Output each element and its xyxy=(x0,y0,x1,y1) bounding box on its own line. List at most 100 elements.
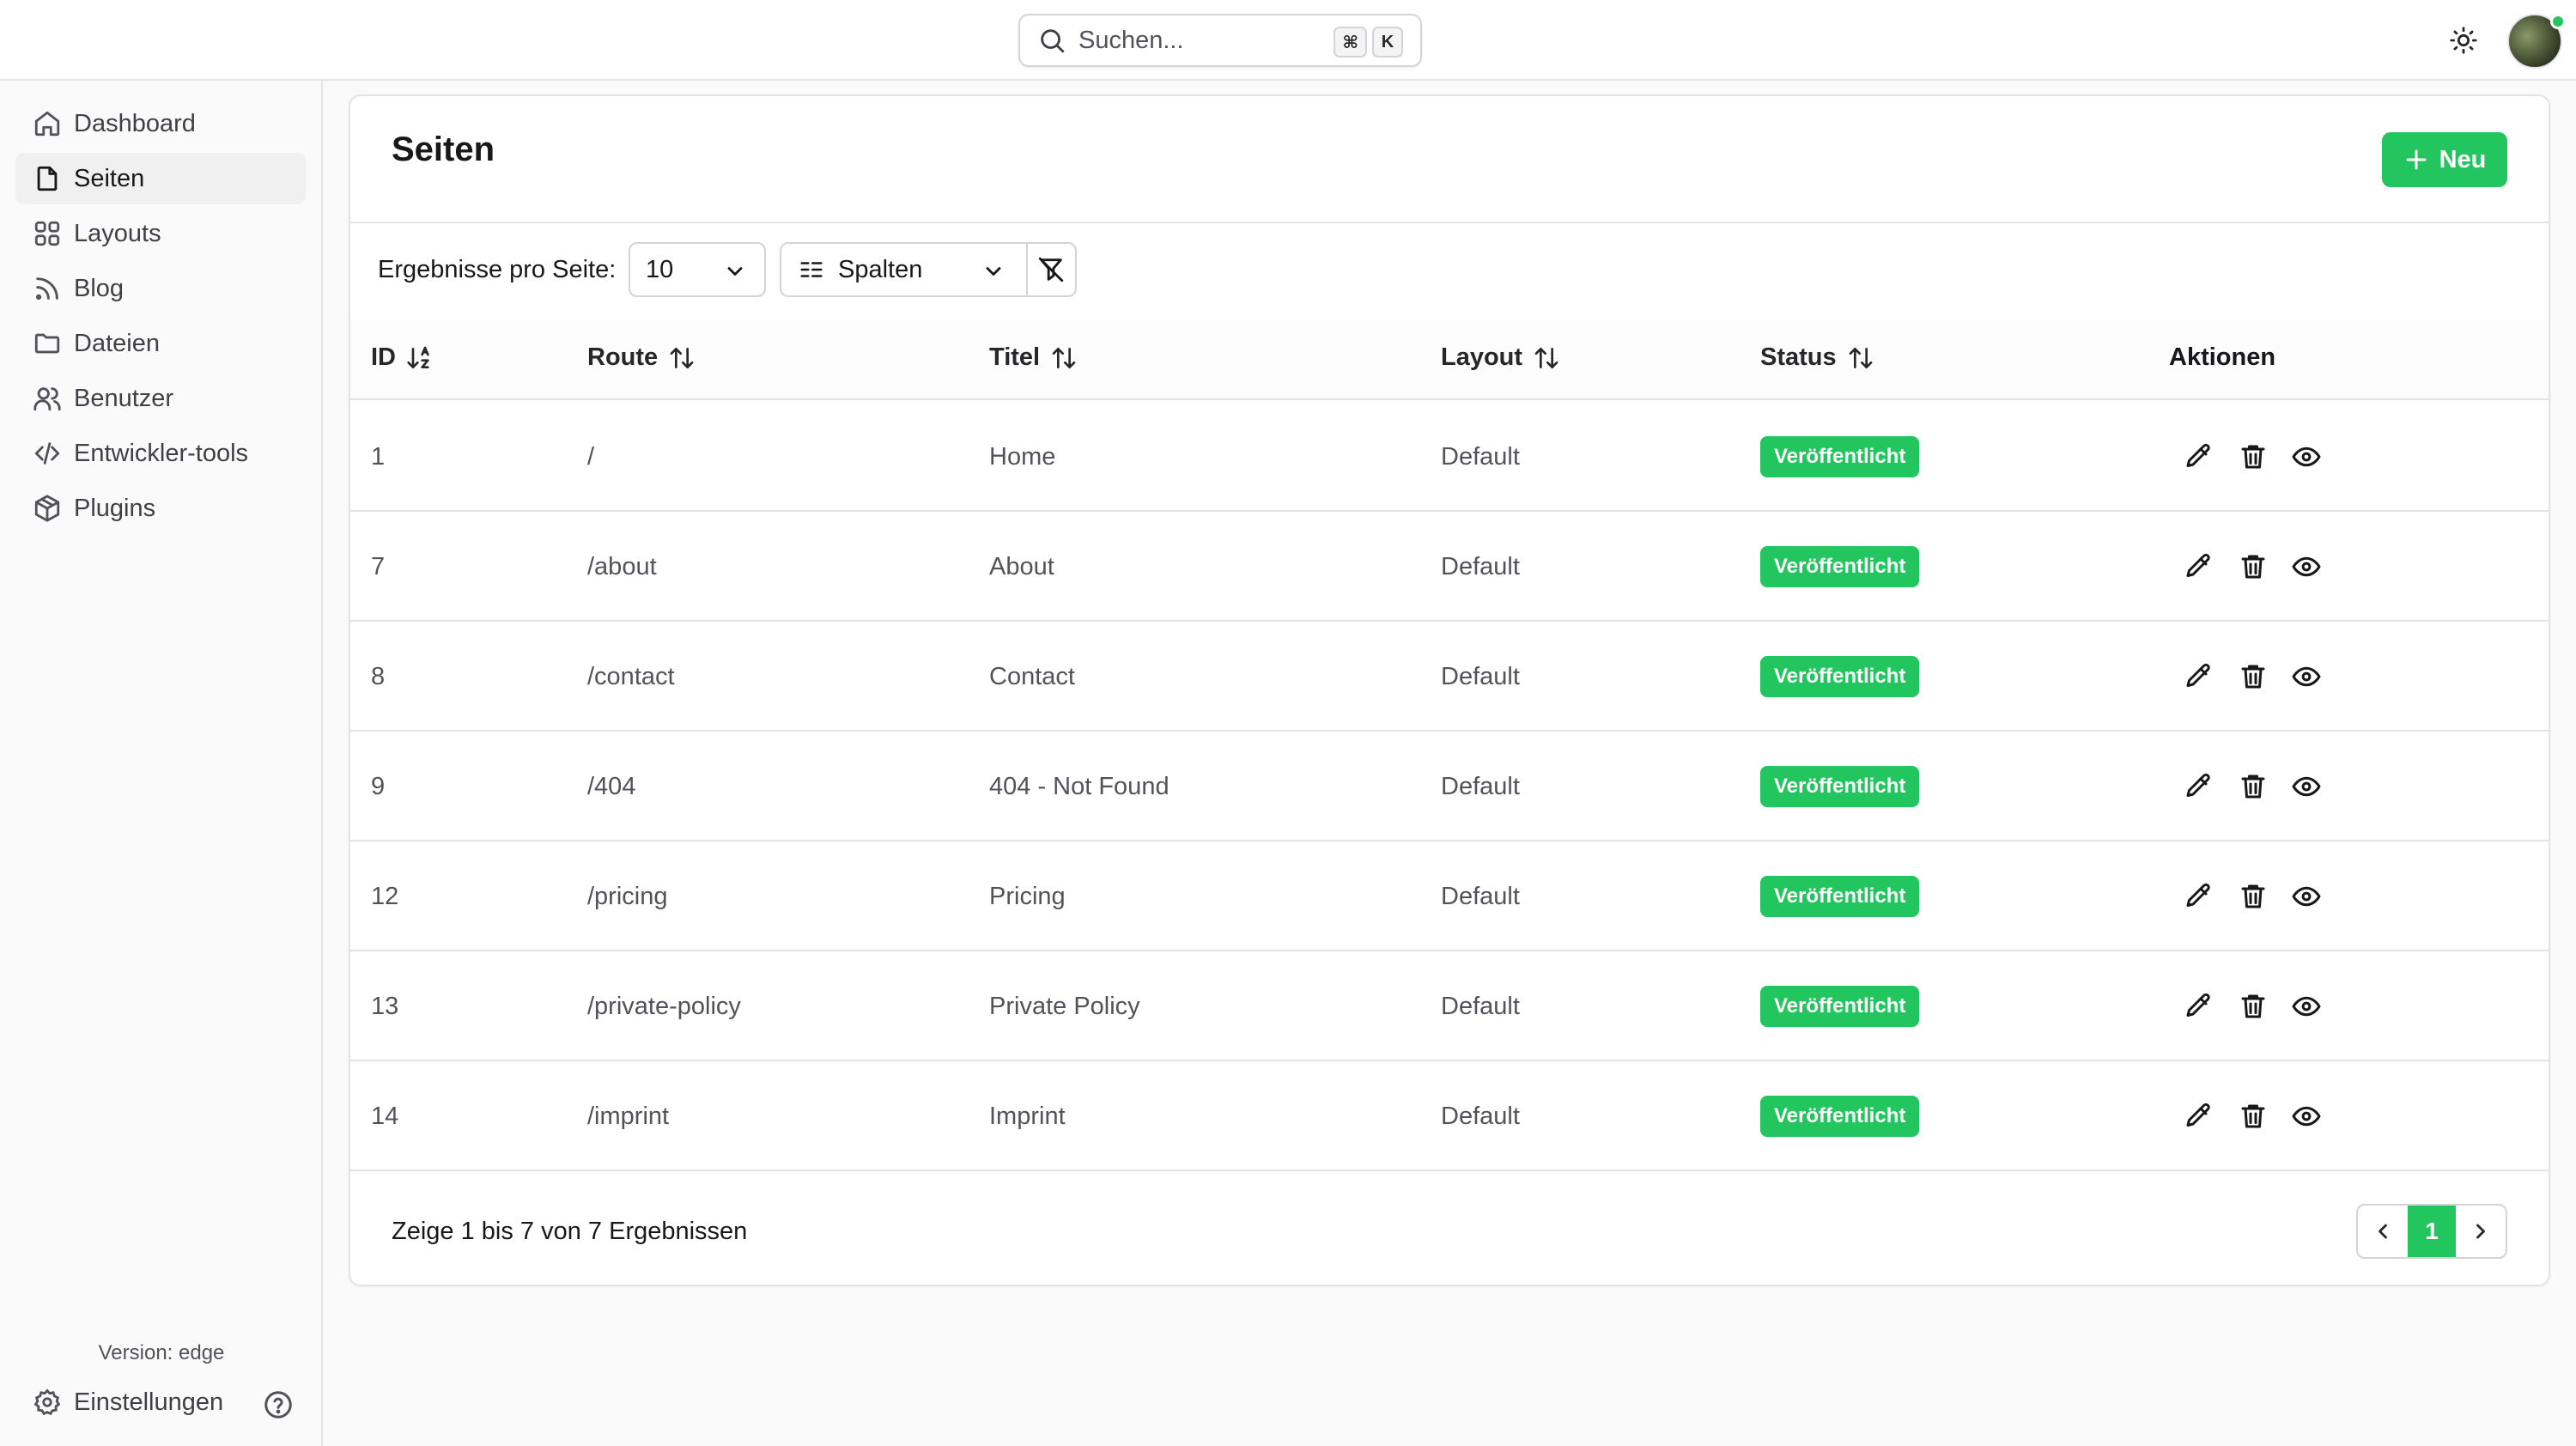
status-badge: Veröffentlicht xyxy=(1760,656,1920,697)
delete-icon[interactable] xyxy=(2238,881,2269,912)
sidebar-item-layouts[interactable]: Layouts xyxy=(15,208,306,259)
file-icon xyxy=(37,166,58,191)
column-header-layout[interactable]: Layout xyxy=(1441,343,1560,372)
view-icon[interactable] xyxy=(2291,551,2322,582)
sidebar-item-seiten[interactable]: Seiten xyxy=(15,153,306,204)
cell-route: / xyxy=(587,443,595,471)
version-label: Version: edge xyxy=(98,1341,225,1364)
delete-icon[interactable] xyxy=(2238,551,2269,582)
status-badge: Veröffentlicht xyxy=(1760,436,1920,477)
delete-icon[interactable] xyxy=(2238,991,2269,1022)
view-icon[interactable] xyxy=(2291,1101,2322,1132)
divider xyxy=(350,222,2549,223)
sidebar-item-benutzer[interactable]: Benutzer xyxy=(15,373,306,424)
current-page-button[interactable]: 1 xyxy=(2408,1206,2456,1257)
edit-icon[interactable] xyxy=(2183,1101,2214,1132)
help-icon[interactable] xyxy=(263,1389,294,1420)
cell-route: /imprint xyxy=(587,1103,670,1130)
settings-link[interactable]: Einstellungen xyxy=(33,1388,223,1417)
clear-filter-button[interactable] xyxy=(1025,244,1075,295)
table-row: 8/contact Contact Default Veröffentlicht xyxy=(350,622,2549,732)
cell-layout: Default xyxy=(1441,993,1520,1020)
pages-card: Seiten Neu Ergebnisse pro Seite: 10 Spal… xyxy=(349,94,2550,1286)
column-header-route[interactable]: Route xyxy=(587,343,696,372)
view-icon[interactable] xyxy=(2291,661,2322,692)
results-per-page-select[interactable]: 10 xyxy=(629,242,766,297)
table-row: 12/pricing Pricing Default Veröffentlicht xyxy=(350,841,2549,951)
cell-route: /pricing xyxy=(587,883,668,910)
edit-icon[interactable] xyxy=(2183,881,2214,912)
edit-icon[interactable] xyxy=(2183,771,2214,802)
cell-layout: Default xyxy=(1441,1103,1520,1130)
delete-icon[interactable] xyxy=(2238,771,2269,802)
package-icon xyxy=(34,495,60,522)
code-icon xyxy=(34,442,60,465)
cell-layout: Default xyxy=(1441,773,1520,800)
column-header-status[interactable]: Status xyxy=(1760,343,1874,372)
rss-icon xyxy=(35,277,58,301)
next-page-button[interactable] xyxy=(2456,1206,2506,1257)
view-icon[interactable] xyxy=(2291,991,2322,1022)
cell-id: 13 xyxy=(371,993,399,1020)
cell-route: /about xyxy=(587,553,657,580)
cell-id: 12 xyxy=(371,883,399,910)
sidebar-item-label: Entwickler-tools xyxy=(74,439,249,467)
edit-icon[interactable] xyxy=(2183,991,2214,1022)
status-badge: Veröffentlicht xyxy=(1760,766,1920,807)
column-header-id[interactable]: ID xyxy=(371,343,434,372)
cell-id: 1 xyxy=(371,443,386,471)
search-input[interactable]: Suchen... ⌘ K xyxy=(1018,14,1422,67)
top-bar: Suchen... ⌘ K xyxy=(0,0,2576,81)
cell-route: /private-policy xyxy=(587,993,741,1020)
delete-icon[interactable] xyxy=(2238,441,2269,472)
theme-toggle-button[interactable] xyxy=(2444,21,2483,60)
sidebar-item-blog[interactable]: Blog xyxy=(15,263,306,314)
columns-button-label: Spalten xyxy=(838,255,923,283)
sort-ascending-icon xyxy=(407,346,429,368)
home-icon xyxy=(34,111,60,137)
column-header-label: Layout xyxy=(1441,343,1523,371)
cell-layout: Default xyxy=(1441,443,1520,471)
online-status-dot xyxy=(2550,14,2566,29)
sort-icon xyxy=(1849,347,1872,368)
results-summary: Zeige 1 bis 7 von 7 Ergebnissen xyxy=(392,1218,748,1245)
cell-title: 404 - Not Found xyxy=(989,773,1170,800)
results-per-page-label: Ergebnisse pro Seite: xyxy=(378,256,617,283)
cell-title: Pricing xyxy=(989,883,1066,910)
sort-icon xyxy=(1052,347,1076,368)
sidebar-item-dashboard[interactable]: Dashboard xyxy=(15,98,306,149)
sidebar-item-label: Dashboard xyxy=(74,109,196,137)
cell-id: 14 xyxy=(371,1103,399,1130)
table-header: ID Route Titel Layout Status Aktionen xyxy=(350,319,2549,400)
columns-control: Spalten xyxy=(780,242,1077,297)
cell-layout: Default xyxy=(1441,663,1520,690)
edit-icon[interactable] xyxy=(2183,661,2214,692)
plus-icon xyxy=(2406,149,2427,170)
sidebar-item-label: Seiten xyxy=(74,164,145,192)
view-icon[interactable] xyxy=(2291,771,2322,802)
kbd-k: K xyxy=(1372,27,1403,58)
chevron-left-icon xyxy=(2379,1224,2387,1239)
table-row: 1 / Home Default Veröffentlicht xyxy=(350,402,2549,512)
sidebar-item-entwickler-tools[interactable]: Entwickler-tools xyxy=(15,428,306,479)
table-row: 9/404 404 - Not Found Default Veröffentlich… xyxy=(350,732,2549,841)
previous-page-button[interactable] xyxy=(2358,1206,2408,1257)
sidebar-item-label: Plugins xyxy=(74,494,156,522)
new-page-button[interactable]: Neu xyxy=(2382,132,2507,187)
column-header-label: Aktionen xyxy=(2169,343,2276,371)
view-icon[interactable] xyxy=(2291,881,2322,912)
delete-icon[interactable] xyxy=(2238,1101,2269,1132)
delete-icon[interactable] xyxy=(2238,661,2269,692)
view-icon[interactable] xyxy=(2291,441,2322,472)
columns-button[interactable]: Spalten xyxy=(781,244,1026,295)
edit-icon[interactable] xyxy=(2183,441,2214,472)
edit-icon[interactable] xyxy=(2183,551,2214,582)
folder-icon xyxy=(34,333,60,354)
sidebar-item-label: Benutzer xyxy=(74,384,174,412)
status-badge: Veröffentlicht xyxy=(1760,546,1920,587)
sidebar-item-plugins[interactable]: Plugins xyxy=(15,483,306,534)
status-badge: Veröffentlicht xyxy=(1760,876,1920,917)
sidebar-item-dateien[interactable]: Dateien xyxy=(15,318,306,369)
column-header-title[interactable]: Titel xyxy=(989,343,1078,372)
status-badge: Veröffentlicht xyxy=(1760,1096,1920,1137)
